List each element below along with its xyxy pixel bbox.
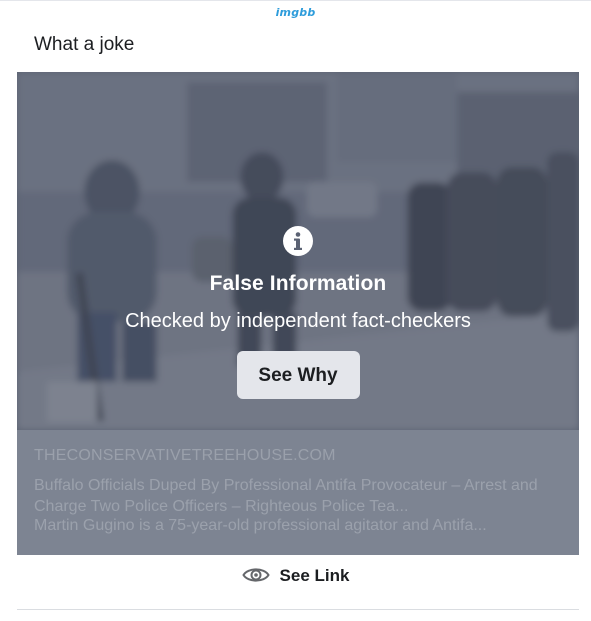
info-icon [283, 226, 313, 256]
top-divider [0, 0, 591, 1]
bottom-divider [17, 609, 579, 610]
false-info-warning: False Information Checked by independent… [17, 226, 579, 399]
eye-icon [241, 568, 270, 582]
blurred-photo: False Information Checked by independent… [17, 72, 579, 430]
imgbb-watermark: imgbb [275, 6, 316, 19]
link-domain: THECONSERVATIVETREEHOUSE.COM [34, 447, 336, 464]
see-link-button[interactable]: See Link [0, 566, 591, 586]
see-why-button[interactable]: See Why [236, 351, 360, 399]
link-title: Buffalo Officials Duped By Professional … [34, 477, 538, 515]
post-text: What a joke [34, 34, 135, 55]
warning-title: False Information [209, 272, 387, 295]
link-preview[interactable]: THECONSERVATIVETREEHOUSE.COM Buffalo Off… [17, 430, 579, 555]
warning-subtitle: Checked by independent fact-checkers [125, 310, 471, 332]
link-card: False Information Checked by independent… [17, 72, 579, 555]
see-link-label: See Link [279, 566, 350, 585]
link-description: Martin Gugino is a 75-year-old professio… [34, 517, 487, 534]
